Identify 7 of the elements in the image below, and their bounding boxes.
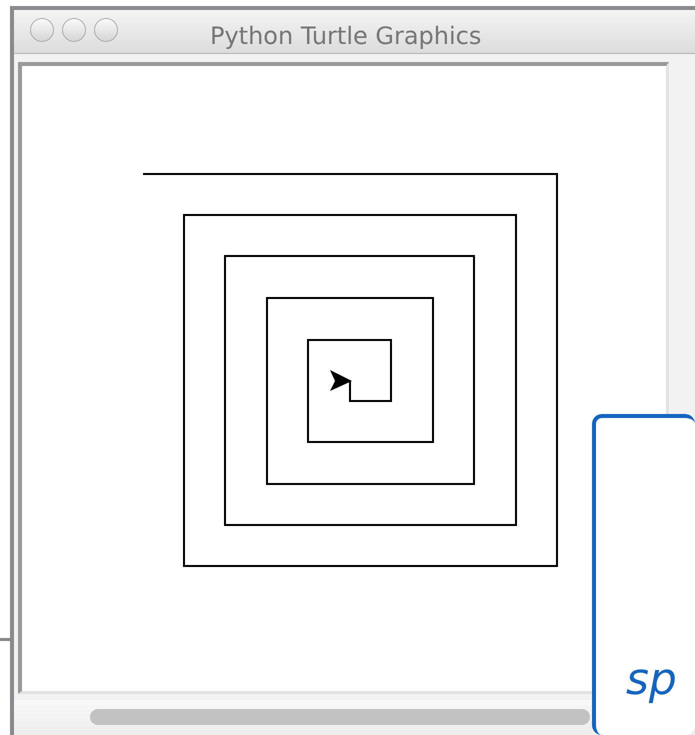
scrollbar-thumb[interactable] <box>90 709 590 725</box>
close-icon[interactable] <box>30 18 54 42</box>
callout-text: sp <box>626 658 677 702</box>
turtle-arrow-icon <box>330 370 352 391</box>
minimize-icon[interactable] <box>62 18 86 42</box>
zoom-icon[interactable] <box>94 18 118 42</box>
window-title: Python Turtle Graphics <box>210 21 482 52</box>
